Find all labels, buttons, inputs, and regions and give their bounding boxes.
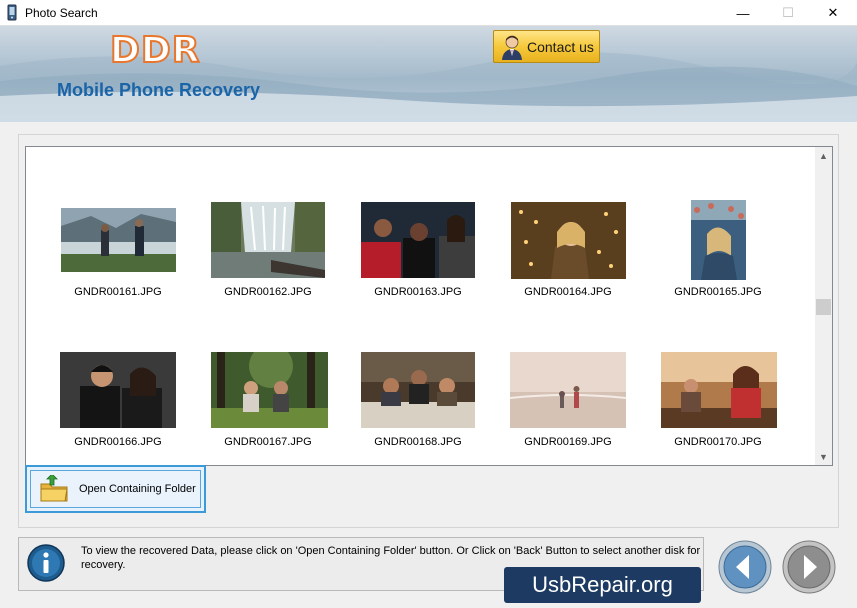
window-title: Photo Search bbox=[25, 6, 98, 20]
photo-thumbnail[interactable] bbox=[211, 352, 328, 428]
scroll-up-button[interactable]: ▲ bbox=[815, 147, 832, 164]
photo-thumbnail[interactable] bbox=[361, 352, 475, 428]
person-icon bbox=[502, 35, 522, 60]
photo-thumbnail[interactable] bbox=[211, 202, 325, 278]
scroll-down-button[interactable]: ▼ bbox=[815, 448, 832, 465]
gallery-scrollbar[interactable]: ▲ ▼ bbox=[815, 147, 832, 465]
watermark-label: UsbRepair.org bbox=[504, 567, 701, 603]
contact-us-button[interactable]: Contact us bbox=[493, 30, 600, 63]
phone-icon bbox=[7, 4, 17, 21]
photo-thumbnail[interactable] bbox=[60, 352, 176, 428]
maximize-button[interactable]: ☐ bbox=[765, 0, 811, 26]
ddr-logo: DDR bbox=[109, 29, 201, 72]
file-name-label: GNDR00164.JPG bbox=[524, 286, 612, 298]
photo-thumbnail[interactable] bbox=[361, 202, 475, 278]
file-name-label: GNDR00170.JPG bbox=[674, 436, 762, 448]
close-button[interactable]: ✕ bbox=[810, 0, 856, 26]
minimize-button[interactable]: — bbox=[720, 0, 766, 26]
info-icon bbox=[27, 544, 65, 582]
open-folder-label: Open Containing Folder bbox=[79, 483, 196, 495]
photo-gallery[interactable]: GNDR00161.JPG GNDR00162.JPG GNDR00163.JP… bbox=[25, 146, 833, 466]
back-button[interactable] bbox=[718, 540, 772, 594]
file-name-label: GNDR00169.JPG bbox=[524, 436, 612, 448]
photo-thumbnail[interactable] bbox=[661, 352, 777, 428]
file-name-label: GNDR00168.JPG bbox=[374, 436, 462, 448]
file-name-label: GNDR00165.JPG bbox=[674, 286, 762, 298]
header-banner: DDR Mobile Phone Recovery Contact us bbox=[0, 26, 857, 122]
folder-icon bbox=[40, 475, 68, 502]
scroll-thumb[interactable] bbox=[816, 299, 831, 315]
product-name: Mobile Phone Recovery bbox=[57, 80, 261, 100]
next-button[interactable] bbox=[782, 540, 836, 594]
open-folder-button-face[interactable]: Open Containing Folder bbox=[30, 470, 201, 508]
file-name-label: GNDR00167.JPG bbox=[224, 436, 312, 448]
photo-thumbnail[interactable] bbox=[510, 352, 626, 428]
file-name-label: GNDR00161.JPG bbox=[74, 286, 162, 298]
file-name-label: GNDR00166.JPG bbox=[74, 436, 162, 448]
file-name-label: GNDR00163.JPG bbox=[374, 286, 462, 298]
contact-us-label: Contact us bbox=[527, 38, 594, 55]
photo-thumbnail[interactable] bbox=[61, 208, 176, 272]
file-name-label: GNDR00162.JPG bbox=[224, 286, 312, 298]
photo-thumbnail[interactable] bbox=[691, 200, 746, 280]
open-containing-folder-button[interactable]: Open Containing Folder bbox=[25, 465, 206, 513]
photo-thumbnail[interactable] bbox=[511, 202, 626, 279]
title-bar: Photo Search — ☐ ✕ bbox=[0, 0, 857, 26]
